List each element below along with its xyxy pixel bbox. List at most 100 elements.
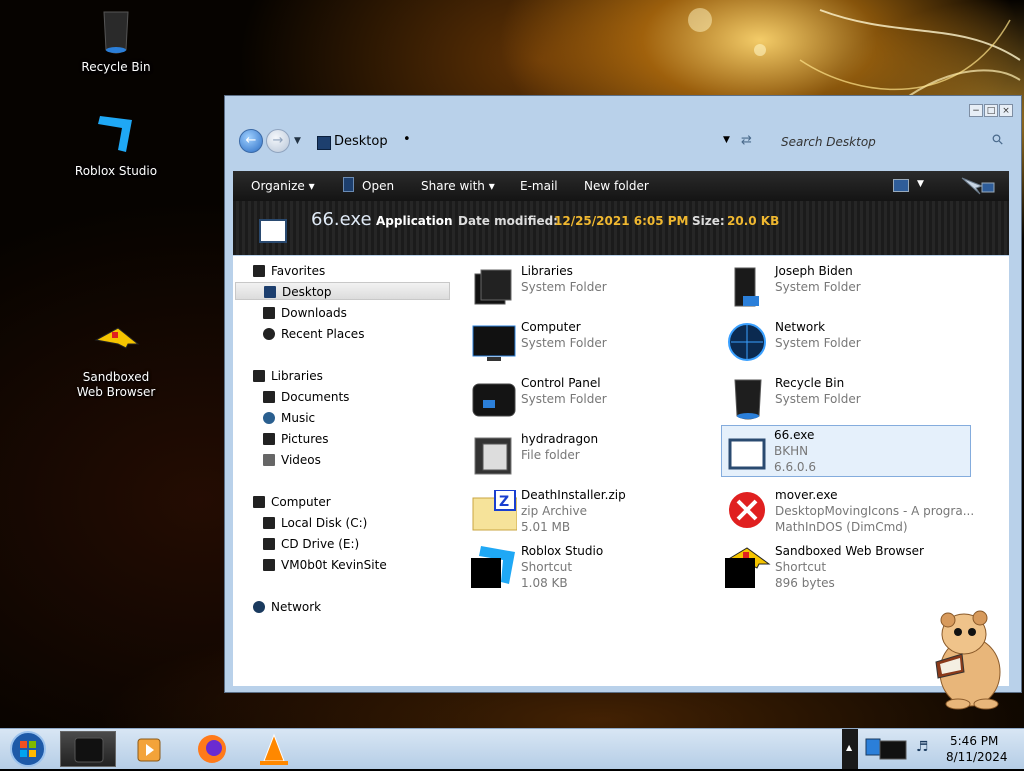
nav-cd-drive[interactable]: CD Drive (E:) xyxy=(263,535,359,553)
svg-text:Z: Z xyxy=(499,494,509,510)
nav-videos[interactable]: Videos xyxy=(263,451,321,469)
media-player-icon xyxy=(137,738,161,762)
desktop-icon-recycle-bin[interactable]: Recycle Bin xyxy=(66,8,166,75)
clock-date[interactable]: 8/11/2024 xyxy=(946,750,1008,764)
computer-icon xyxy=(472,325,516,361)
recent-places-icon xyxy=(263,328,275,340)
taskbar-explorer-button[interactable] xyxy=(60,731,116,767)
recent-pages-dropdown[interactable]: ▼ xyxy=(294,136,301,146)
back-button[interactable]: ← xyxy=(239,129,263,153)
nav-favorites[interactable]: Favorites xyxy=(253,262,325,280)
refresh-icon[interactable]: ⇄ xyxy=(741,133,752,148)
details-pane: 66.exe Application Date modified: 12/25/… xyxy=(233,201,1009,255)
taskbar: ▲ ♬ 5:46 PM 8/11/2024 xyxy=(0,728,1024,769)
nav-documents[interactable]: Documents xyxy=(263,388,349,406)
cd-drive-icon xyxy=(263,538,275,550)
nav-network[interactable]: Network xyxy=(253,598,321,616)
hard-drive-icon xyxy=(263,517,275,529)
file-name: Computer xyxy=(521,320,581,334)
nav-desktop[interactable]: Desktop xyxy=(235,282,450,300)
file-item-mover-exe[interactable]: mover.exe DesktopMovingIcons - A progra.… xyxy=(723,486,974,534)
nav-computer[interactable]: Computer xyxy=(253,493,331,511)
file-item-control-panel[interactable]: Control Panel System Folder xyxy=(469,374,709,422)
volume-icon[interactable]: ♬ xyxy=(916,739,929,755)
file-item-66-exe[interactable]: 66.exe BKHN 6.6.0.6 xyxy=(721,425,971,477)
file-item-roblox-studio[interactable]: Roblox Studio Shortcut 1.08 KB xyxy=(469,542,709,590)
roblox-studio-shortcut-icon xyxy=(471,546,515,588)
nav-recent-places[interactable]: Recent Places xyxy=(263,325,364,343)
open-button[interactable]: Open xyxy=(362,179,394,193)
nav-vm-kevinsite[interactable]: VM0b0t KevinSite xyxy=(263,556,387,574)
minimize-button[interactable]: − xyxy=(969,104,983,117)
file-name: Control Panel xyxy=(521,376,601,390)
nav-label: Pictures xyxy=(281,432,329,446)
desktop-icon-label: Roblox Studio xyxy=(74,164,158,178)
desktop-icon-sandboxed-web-browser[interactable]: Sandboxed Web Browser xyxy=(66,318,166,400)
show-hidden-icons-button[interactable]: ▲ xyxy=(842,729,858,769)
nav-downloads[interactable]: Downloads xyxy=(263,304,347,322)
file-type: System Folder xyxy=(775,280,861,294)
window-controls: − □ × xyxy=(969,104,1013,117)
file-item-computer[interactable]: Computer System Folder xyxy=(469,318,709,366)
start-button[interactable] xyxy=(2,729,56,769)
navigation-pane: Favorites Desktop Downloads Recent Place… xyxy=(233,256,455,686)
breadcrumb-desktop[interactable]: Desktop xyxy=(334,134,388,149)
file-item-network[interactable]: Network System Folder xyxy=(723,318,963,366)
nav-music[interactable]: Music xyxy=(263,409,315,427)
close-button[interactable]: × xyxy=(999,104,1013,117)
sandboxed-browser-shortcut-icon xyxy=(725,547,771,588)
nav-libraries[interactable]: Libraries xyxy=(253,367,323,385)
file-name: Sandboxed Web Browser xyxy=(775,544,924,558)
file-item-deathinstaller-zip[interactable]: Z DeathInstaller.zip zip Archive 5.01 MB xyxy=(469,486,709,534)
clock-time[interactable]: 5:46 PM xyxy=(950,734,998,748)
file-size: 5.01 MB xyxy=(521,520,571,534)
nav-label: Videos xyxy=(281,453,321,467)
roblox-studio-icon xyxy=(92,112,140,160)
breadcrumb-separator[interactable]: • xyxy=(403,132,411,147)
nav-pictures[interactable]: Pictures xyxy=(263,430,329,448)
forward-button[interactable]: → xyxy=(266,129,290,153)
preview-pane-icon[interactable] xyxy=(960,176,996,196)
folder-icon xyxy=(474,437,512,475)
file-name: DeathInstaller.zip xyxy=(521,488,626,502)
search-input[interactable] xyxy=(779,131,1007,153)
nav-label: Computer xyxy=(271,495,331,509)
file-item-hydradragon[interactable]: hydradragon File folder xyxy=(469,430,709,478)
new-folder-button[interactable]: New folder xyxy=(584,179,649,193)
desktop-icon-roblox-studio[interactable]: Roblox Studio xyxy=(66,112,166,179)
taskbar-firefox-button[interactable] xyxy=(184,731,240,767)
nav-label: Libraries xyxy=(271,369,323,383)
email-button[interactable]: E-mail xyxy=(520,179,558,193)
file-item-joseph-biden[interactable]: Joseph Biden System Folder xyxy=(723,262,963,310)
file-type: BKHN xyxy=(774,444,809,458)
chevron-up-icon: ▲ xyxy=(846,743,853,752)
maximize-button[interactable]: □ xyxy=(984,104,998,117)
network-icon xyxy=(253,601,265,613)
change-view-icon[interactable] xyxy=(893,179,909,192)
documents-icon xyxy=(263,391,275,403)
nav-local-disk[interactable]: Local Disk (C:) xyxy=(263,514,367,532)
arrow-left-icon: ← xyxy=(245,133,257,148)
file-name: Libraries xyxy=(521,264,573,278)
tray-monitor-icon[interactable] xyxy=(864,737,910,761)
file-item-recycle-bin[interactable]: Recycle Bin System Folder xyxy=(723,374,963,422)
star-icon xyxy=(253,265,265,277)
address-dropdown[interactable]: ▼ xyxy=(723,135,730,145)
file-name: 66.exe xyxy=(774,428,815,442)
organize-button[interactable]: Organize ▾ xyxy=(251,179,315,193)
file-item-libraries[interactable]: Libraries System Folder xyxy=(469,262,709,310)
explorer-window[interactable]: − □ × ← → ▼ Desktop • ▼ ⇄ ⚲ Organize ▾ O… xyxy=(224,95,1022,693)
share-with-button[interactable]: Share with ▾ xyxy=(421,179,495,193)
file-company: MathInDOS (DimCmd) xyxy=(775,520,908,534)
details-date-label: Date modified: xyxy=(458,214,558,228)
taskbar-vlc-button[interactable] xyxy=(246,731,302,767)
nav-label: CD Drive (E:) xyxy=(281,537,360,551)
open-icon xyxy=(343,177,354,192)
arrow-right-icon: → xyxy=(272,133,284,148)
file-type: System Folder xyxy=(521,336,607,350)
desktop-icon xyxy=(264,286,276,298)
file-type: zip Archive xyxy=(521,504,587,518)
view-dropdown[interactable]: ▼ xyxy=(917,179,924,189)
taskbar-media-player-button[interactable] xyxy=(122,731,178,767)
file-item-sandboxed-web-browser[interactable]: Sandboxed Web Browser Shortcut 896 bytes xyxy=(723,542,963,590)
